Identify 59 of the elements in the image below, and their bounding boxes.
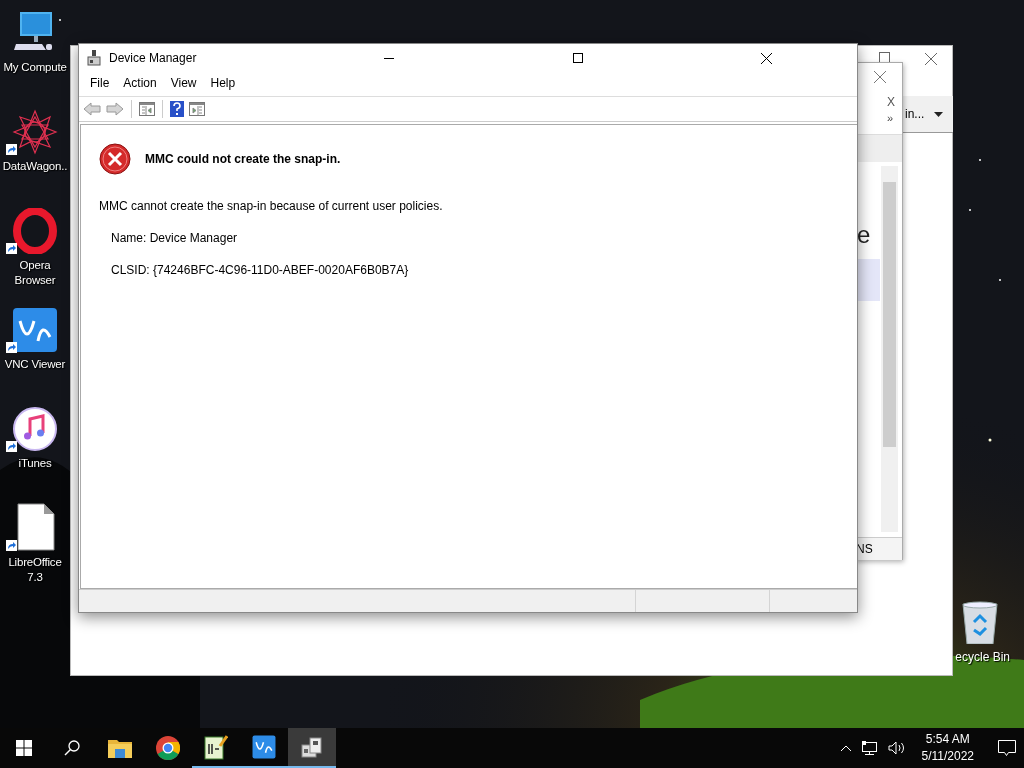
icon-label: ecycle Bin bbox=[955, 650, 1010, 664]
window-title: Device Manager bbox=[109, 51, 198, 65]
overflow-chevron[interactable]: » bbox=[887, 112, 894, 124]
icon-label: Opera Browser bbox=[13, 258, 57, 288]
folder-icon[interactable] bbox=[108, 738, 132, 758]
desktop-shortcut[interactable]: DataWagon.. bbox=[1, 107, 69, 206]
icon-label: VNC Viewer bbox=[3, 357, 67, 372]
ring-icon bbox=[12, 208, 58, 254]
menu-item[interactable]: Action bbox=[116, 76, 164, 96]
menu-item[interactable]: Help bbox=[203, 76, 243, 96]
error-heading: MMC could not create the snap-in. bbox=[145, 152, 341, 166]
pane-icon[interactable] bbox=[189, 102, 205, 116]
recycle-bin-icon bbox=[960, 600, 1000, 644]
icon-label: DataWagon.. bbox=[1, 159, 69, 174]
desktop-shortcut[interactable]: Opera Browser bbox=[1, 206, 69, 305]
maximize-icon bbox=[572, 53, 583, 63]
error-message: MMC cannot create the snap-in because of current user policies. bbox=[99, 199, 444, 213]
speaker-icon[interactable] bbox=[887, 741, 906, 755]
error-icon bbox=[99, 143, 131, 175]
scrollbar[interactable] bbox=[881, 166, 898, 532]
clock-time[interactable]: 5:54 AM bbox=[925, 731, 970, 748]
device-icon[interactable] bbox=[300, 735, 324, 759]
error-detail: CLSID: {74246BFC-4C96-11D0-ABEF-0020AF6B0B7A} bbox=[111, 263, 410, 277]
selected-row bbox=[856, 259, 880, 301]
close-icon bbox=[761, 52, 772, 64]
star-pattern-icon bbox=[12, 109, 58, 155]
chevron-up-icon[interactable] bbox=[839, 744, 852, 752]
network-icon[interactable] bbox=[861, 741, 878, 755]
menu-item[interactable]: View bbox=[163, 76, 204, 96]
notification-icon[interactable] bbox=[998, 739, 1016, 757]
heading-fragment: e bbox=[857, 221, 871, 249]
toolbar-background bbox=[856, 134, 902, 162]
circle-logo-icon[interactable] bbox=[156, 736, 180, 760]
search-icon[interactable] bbox=[64, 740, 80, 756]
close-icon[interactable] bbox=[925, 53, 937, 65]
windows-logo-icon[interactable] bbox=[16, 740, 32, 756]
device-icon bbox=[87, 50, 101, 66]
music-note-icon bbox=[12, 406, 58, 452]
desktop-shortcut[interactable]: iTunes bbox=[1, 404, 69, 503]
desktop-shortcut[interactable]: VNC Viewer bbox=[1, 305, 69, 404]
menu-item[interactable]: File bbox=[83, 76, 117, 96]
error-detail: Name: Device Manager bbox=[111, 231, 239, 245]
pane-icon[interactable] bbox=[139, 102, 155, 116]
icon-label: LibreOffice 7.3 bbox=[7, 555, 63, 585]
icon-label: My Compute bbox=[2, 60, 68, 75]
icon-label: iTunes bbox=[17, 456, 53, 471]
app-tile-icon bbox=[12, 307, 58, 353]
minimize-icon bbox=[383, 57, 394, 59]
taskbar-button[interactable] bbox=[288, 728, 336, 768]
desktop-shortcut[interactable]: My Compute bbox=[1, 8, 69, 107]
close-text[interactable]: X bbox=[887, 95, 895, 109]
document-pencil-icon[interactable] bbox=[204, 734, 228, 760]
close-icon[interactable] bbox=[874, 71, 886, 83]
dropdown-arrow-icon[interactable] bbox=[934, 111, 944, 117]
help-icon[interactable] bbox=[170, 101, 184, 117]
clock-date[interactable]: 5/11/2022 bbox=[921, 748, 974, 765]
toolbar-text: in... bbox=[905, 107, 925, 121]
app-tile-icon[interactable] bbox=[252, 735, 276, 759]
desktop-shortcut[interactable]: LibreOffice 7.3 bbox=[1, 503, 69, 602]
